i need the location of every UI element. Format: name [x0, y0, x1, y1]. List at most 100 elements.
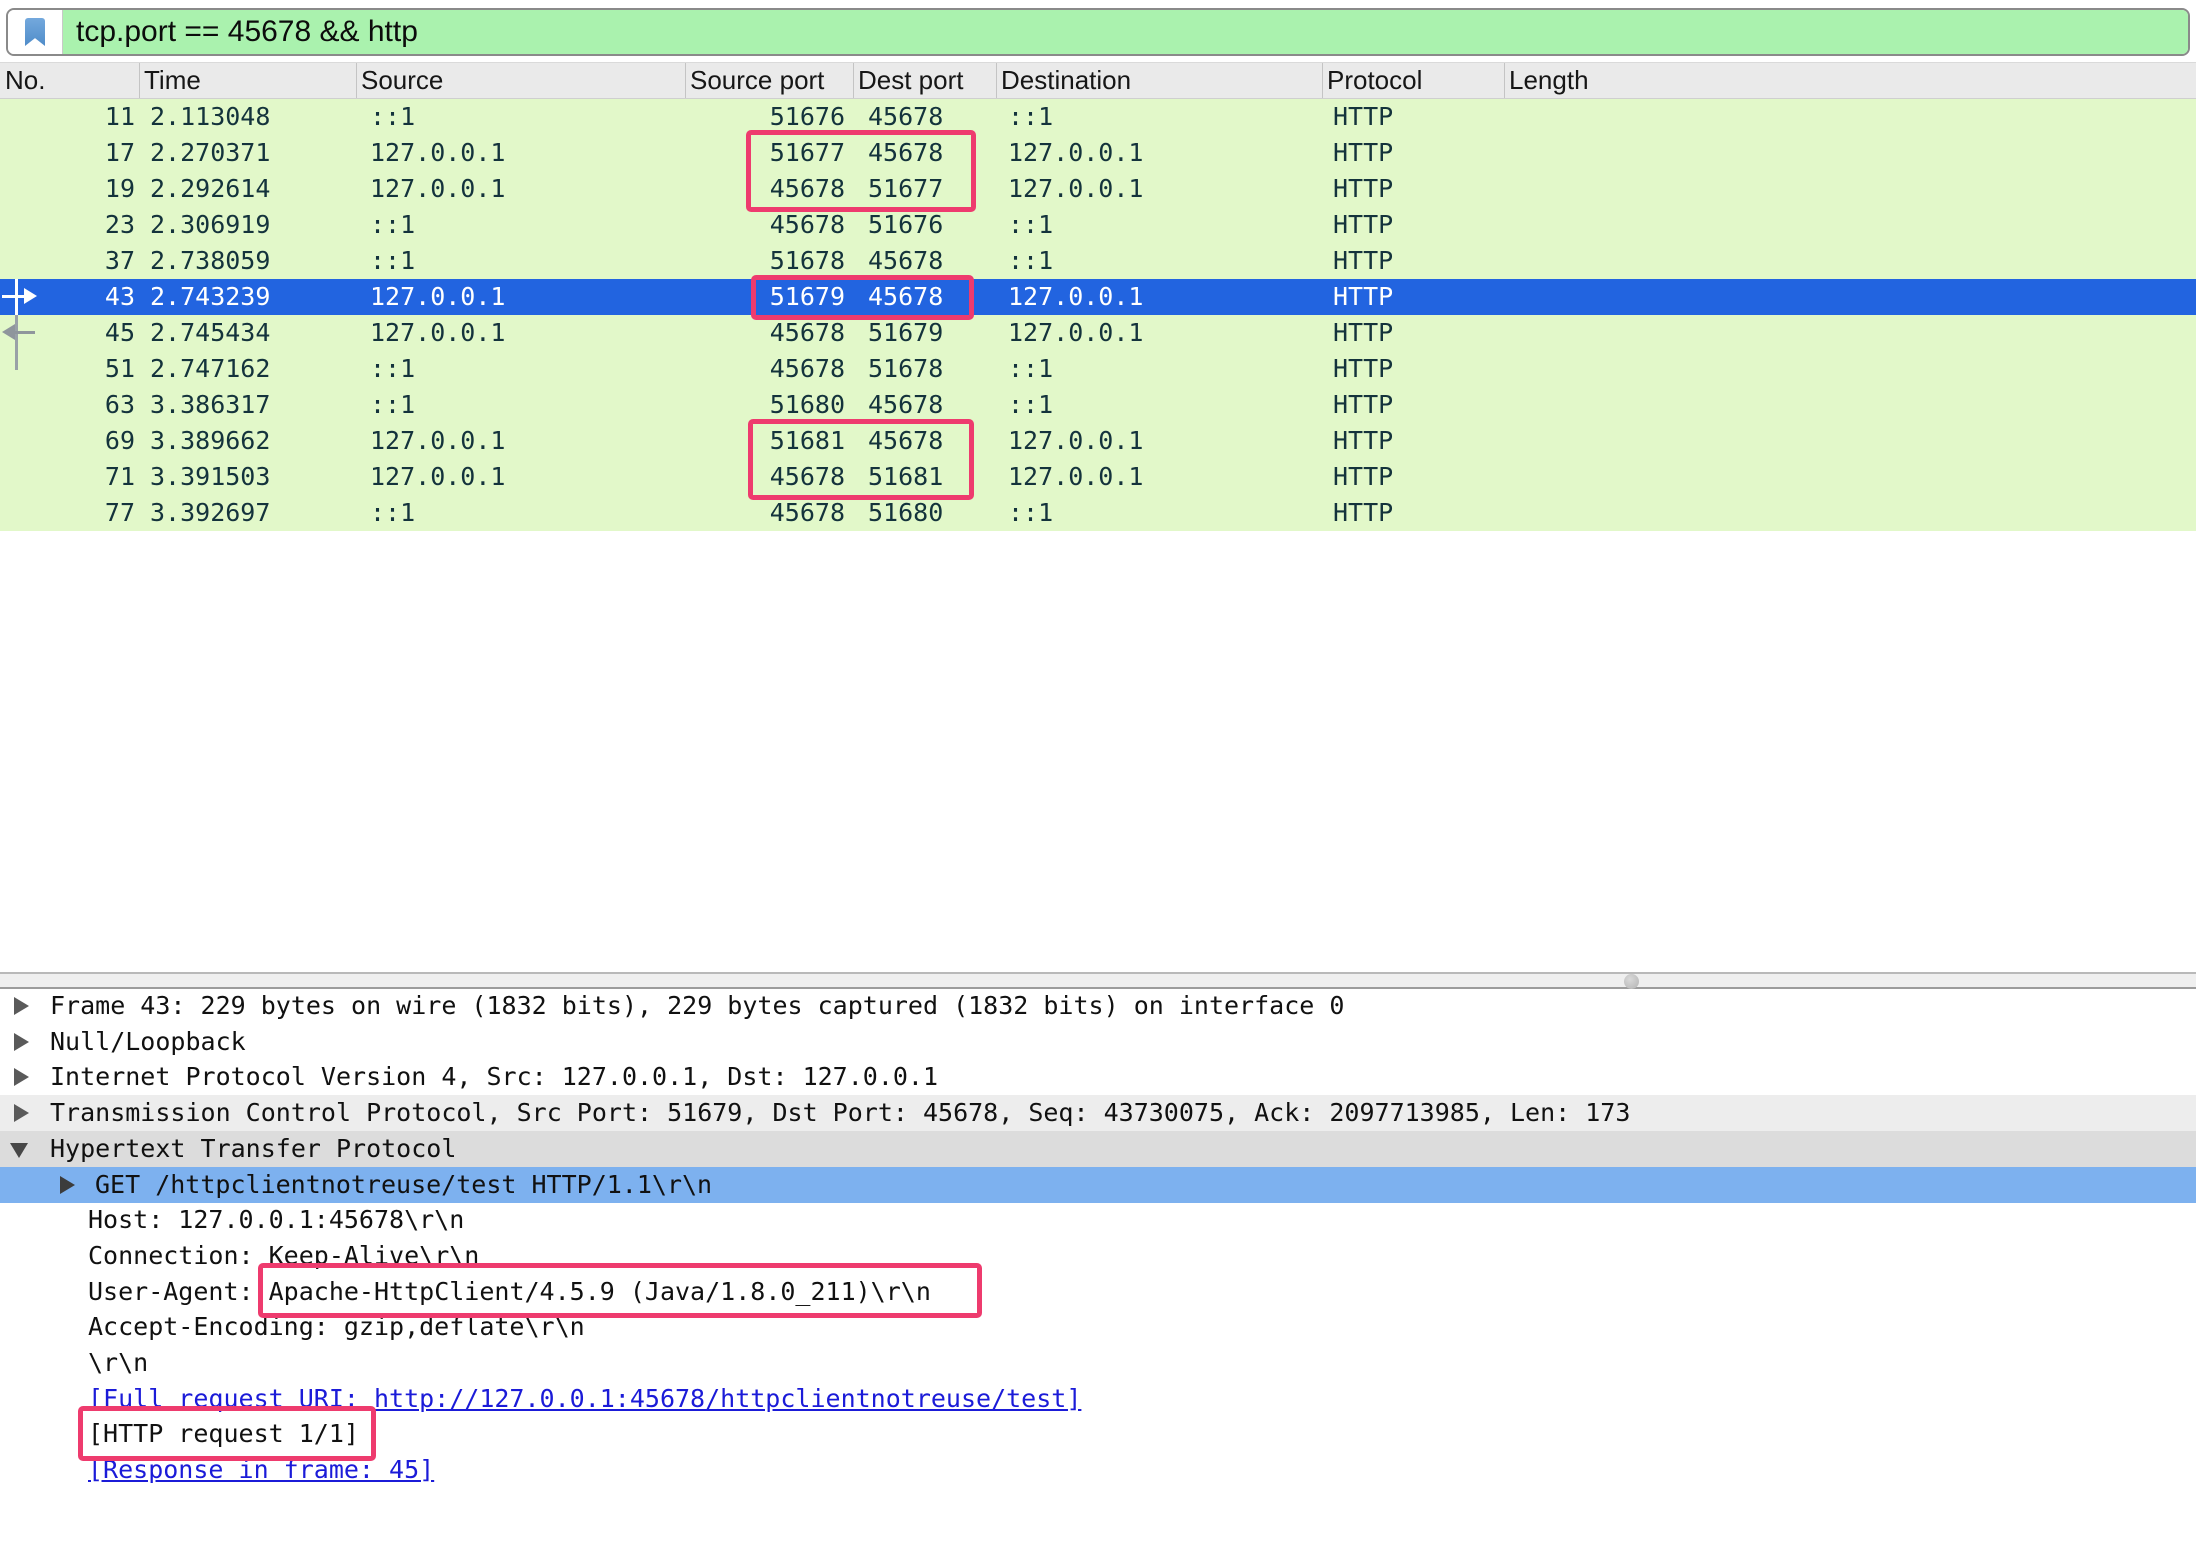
packet-row[interactable]: 45 2.745434 127.0.0.1 45678 51679 127.0.… — [0, 315, 2196, 351]
request-arrow-icon — [2, 295, 25, 298]
column-header-length[interactable]: Length — [1505, 63, 2196, 98]
tree-item-http[interactable]: Hypertext Transfer Protocol — [0, 1131, 2196, 1167]
packet-row[interactable]: 77 3.392697 ::1 45678 51680 ::1 HTTP — [0, 495, 2196, 531]
splitter-handle-icon[interactable] — [1624, 974, 1639, 989]
cell-source-port: 45678 — [686, 315, 854, 351]
cell-no: 17 — [0, 135, 140, 171]
expand-icon[interactable] — [60, 1176, 75, 1194]
cell-length — [1505, 387, 2196, 423]
tree-item-label: Host: 127.0.0.1:45678\r\n — [88, 1202, 464, 1238]
expand-icon[interactable] — [14, 997, 29, 1015]
collapse-icon[interactable] — [10, 1143, 28, 1158]
cell-time: 3.391503 — [140, 459, 357, 495]
cell-source-port: 45678 — [686, 495, 854, 531]
column-header-source[interactable]: Source — [357, 63, 686, 98]
cell-length — [1505, 459, 2196, 495]
cell-destination: 127.0.0.1 — [997, 135, 1323, 171]
cell-no: 71 — [0, 459, 140, 495]
cell-time: 3.389662 — [140, 423, 357, 459]
cell-no: 51 — [0, 351, 140, 387]
user-agent-header-label: User-Agent: — [88, 1277, 269, 1306]
cell-protocol: HTTP — [1323, 387, 1505, 423]
column-header-source-port[interactable]: Source port — [686, 63, 854, 98]
tree-item-tcp[interactable]: Transmission Control Protocol, Src Port:… — [0, 1095, 2196, 1131]
cell-no: 37 — [0, 243, 140, 279]
tree-item-label: Null/Loopback — [50, 1024, 246, 1060]
packet-row[interactable]: 71 3.391503 127.0.0.1 45678 51681 127.0.… — [0, 459, 2196, 495]
cell-dest-port: 45678 — [854, 387, 997, 423]
cell-destination: ::1 — [997, 387, 1323, 423]
packet-row[interactable]: 63 3.386317 ::1 51680 45678 ::1 HTTP — [0, 387, 2196, 423]
cell-source: 127.0.0.1 — [357, 135, 686, 171]
cell-source: 127.0.0.1 — [357, 279, 686, 315]
cell-source-port: 51680 — [686, 387, 854, 423]
column-header-dest-port[interactable]: Dest port — [854, 63, 997, 98]
tree-item-null-loopback[interactable]: Null/Loopback — [0, 1024, 2196, 1060]
connection-header-label: Connection: — [88, 1241, 269, 1270]
cell-source: ::1 — [357, 387, 686, 423]
cell-source-port: 45678 — [686, 351, 854, 387]
tree-item-host[interactable]: Host: 127.0.0.1:45678\r\n — [0, 1202, 2196, 1238]
column-header-protocol[interactable]: Protocol — [1323, 63, 1505, 98]
packet-row[interactable]: 11 2.113048 ::1 51676 45678 ::1 HTTP — [0, 99, 2196, 135]
cell-no: 63 — [0, 387, 140, 423]
cell-length — [1505, 495, 2196, 531]
cell-time: 2.745434 — [140, 315, 357, 351]
cell-source: 127.0.0.1 — [357, 171, 686, 207]
cell-source: 127.0.0.1 — [357, 459, 686, 495]
cell-destination: ::1 — [997, 243, 1323, 279]
filter-bookmark-button[interactable] — [8, 10, 63, 54]
packet-row[interactable]: 37 2.738059 ::1 51678 45678 ::1 HTTP — [0, 243, 2196, 279]
expand-icon[interactable] — [14, 1033, 29, 1051]
cell-time: 2.113048 — [140, 99, 357, 135]
bookmark-icon — [25, 18, 45, 46]
packet-row[interactable]: 17 2.270371 127.0.0.1 51677 45678 127.0.… — [0, 135, 2196, 171]
cell-time: 2.270371 — [140, 135, 357, 171]
packet-row[interactable]: 23 2.306919 ::1 45678 51676 ::1 HTTP — [0, 207, 2196, 243]
expand-icon[interactable] — [14, 1104, 29, 1122]
cell-dest-port: 51678 — [854, 351, 997, 387]
tree-item-crlf[interactable]: \r\n — [0, 1345, 2196, 1381]
tree-item-request-line[interactable]: GET /httpclientnotreuse/test HTTP/1.1\r\… — [0, 1167, 2196, 1203]
column-header-destination[interactable]: Destination — [997, 63, 1323, 98]
packet-row[interactable]: 51 2.747162 ::1 45678 51678 ::1 HTTP — [0, 351, 2196, 387]
related-packets-line — [15, 315, 18, 370]
cell-destination: 127.0.0.1 — [997, 315, 1323, 351]
cell-time: 2.743239 — [140, 279, 357, 315]
cell-destination: ::1 — [997, 495, 1323, 531]
cell-no: 19 — [0, 171, 140, 207]
cell-destination: ::1 — [997, 207, 1323, 243]
cell-destination: 127.0.0.1 — [997, 423, 1323, 459]
packet-row[interactable]: 19 2.292614 127.0.0.1 45678 51677 127.0.… — [0, 171, 2196, 207]
tree-item-label: Hypertext Transfer Protocol — [50, 1131, 456, 1167]
cell-length — [1505, 423, 2196, 459]
expand-icon[interactable] — [14, 1068, 29, 1086]
cell-length — [1505, 351, 2196, 387]
cell-no: 77 — [0, 495, 140, 531]
cell-protocol: HTTP — [1323, 207, 1505, 243]
annotation-box-ports-69-71 — [748, 419, 974, 500]
cell-dest-port: 45678 — [854, 243, 997, 279]
cell-protocol: HTTP — [1323, 351, 1505, 387]
packet-row-selected[interactable]: 43 2.743239 127.0.0.1 51679 45678 127.0.… — [0, 279, 2196, 315]
tree-item-label: Frame 43: 229 bytes on wire (1832 bits),… — [50, 988, 1344, 1024]
cell-source: ::1 — [357, 495, 686, 531]
cell-length — [1505, 99, 2196, 135]
cell-no: 69 — [0, 423, 140, 459]
response-arrow-icon — [2, 324, 15, 340]
display-filter-input[interactable] — [63, 10, 2188, 54]
column-header-time[interactable]: Time — [140, 63, 357, 98]
cell-source: ::1 — [357, 243, 686, 279]
pane-splitter[interactable] — [0, 972, 2196, 989]
packet-row[interactable]: 69 3.389662 127.0.0.1 51681 45678 127.0.… — [0, 423, 2196, 459]
tree-item-frame[interactable]: Frame 43: 229 bytes on wire (1832 bits),… — [0, 988, 2196, 1024]
tree-item-ip[interactable]: Internet Protocol Version 4, Src: 127.0.… — [0, 1059, 2196, 1095]
column-header-no[interactable]: No. — [0, 63, 140, 98]
annotation-box-ports-17-19 — [746, 130, 976, 212]
cell-protocol: HTTP — [1323, 279, 1505, 315]
cell-protocol: HTTP — [1323, 423, 1505, 459]
cell-no: 11 — [0, 99, 140, 135]
cell-destination: 127.0.0.1 — [997, 279, 1323, 315]
tree-item-label: GET /httpclientnotreuse/test HTTP/1.1\r\… — [95, 1167, 712, 1203]
cell-destination: ::1 — [997, 351, 1323, 387]
